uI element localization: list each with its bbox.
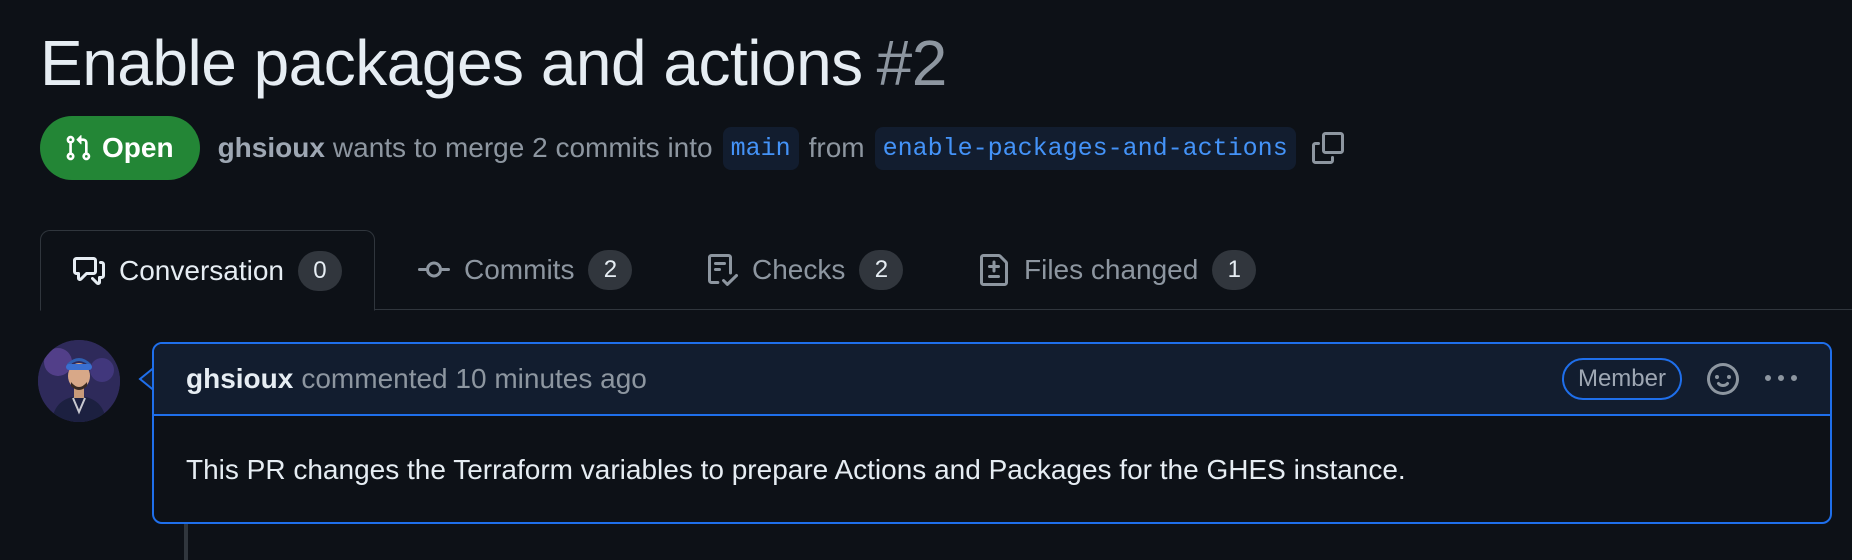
git-pull-request-icon [66, 135, 91, 161]
comment-box: ghsioux commented 10 minutes ago Member … [152, 342, 1832, 524]
copy-branch-button[interactable] [1310, 130, 1346, 166]
pr-number: #2 [876, 27, 948, 99]
tab-files-changed-count: 1 [1212, 250, 1257, 290]
tab-checks[interactable]: Checks 2 [706, 230, 904, 310]
pr-title-text: Enable packages and actions [40, 27, 863, 99]
avatar-image [38, 340, 120, 422]
from-text: from [808, 132, 865, 163]
tab-files-changed[interactable]: Files changed 1 [978, 230, 1257, 310]
add-reaction-button[interactable] [1706, 362, 1740, 396]
comment-body: This PR changes the Terraform variables … [186, 454, 1406, 485]
state-badge: Open [40, 116, 200, 180]
avatar[interactable] [38, 340, 120, 422]
kebab-horizontal-icon [1765, 375, 1797, 381]
git-commit-icon [418, 261, 450, 278]
comment-timestamp[interactable]: commented 10 minutes ago [301, 363, 647, 395]
tab-commits-label: Commits [464, 254, 575, 285]
timeline-line [184, 524, 188, 560]
copy-icon [1311, 132, 1344, 164]
tab-commits[interactable]: Commits 2 [418, 230, 633, 310]
smiley-icon [1707, 363, 1739, 395]
tab-conversation-count: 0 [297, 250, 342, 291]
file-diff-icon [980, 254, 1008, 286]
pr-tabs: Conversation 0 Commits 2 Checks 2 Files … [40, 230, 1852, 311]
member-badge: Member [1561, 358, 1682, 400]
tab-conversation[interactable]: Conversation 0 [40, 230, 375, 311]
comment-author-link[interactable]: ghsioux [186, 363, 293, 395]
comment-options-button[interactable] [1764, 362, 1798, 396]
pr-title: Enable packages and actions #2 [40, 26, 947, 100]
tab-checks-count: 2 [859, 250, 904, 290]
pr-meta: ghsioux wants to merge 2 commits into ma… [218, 126, 1346, 170]
merge-text: wants to merge 2 commits into [332, 132, 713, 163]
head-branch-link[interactable]: enable-packages-and-actions [874, 126, 1296, 170]
tab-checks-label: Checks [752, 254, 846, 285]
checklist-icon [708, 254, 738, 286]
state-label: Open [102, 132, 174, 163]
comment-header: ghsioux commented 10 minutes ago Member [154, 344, 1830, 416]
tab-files-changed-label: Files changed [1024, 254, 1199, 285]
base-branch-link[interactable]: main [722, 126, 799, 170]
pr-status-row: Open ghsioux wants to merge 2 commits in… [40, 116, 1346, 180]
tab-commits-count: 2 [588, 250, 633, 290]
tab-conversation-label: Conversation [119, 254, 284, 286]
comment-actions: Member [1561, 358, 1798, 400]
comment-discussion-icon [73, 256, 105, 285]
pr-author-link[interactable]: ghsioux [218, 132, 325, 164]
pull-request-page: Enable packages and actions #2 Open ghsio… [0, 0, 1852, 560]
